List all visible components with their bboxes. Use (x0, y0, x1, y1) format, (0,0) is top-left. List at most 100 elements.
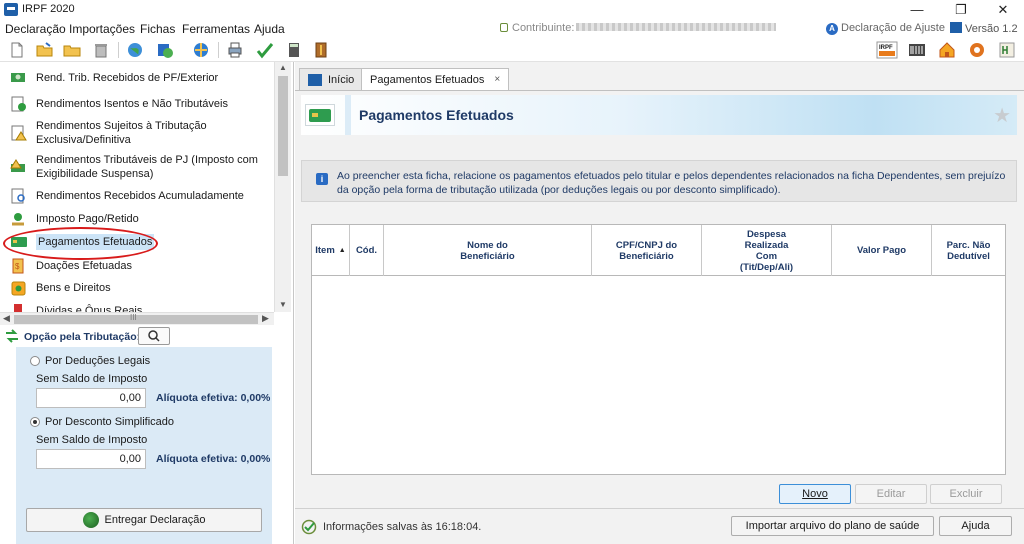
sidebar-item-label: Rend. Trib. Recebidos de PF/Exterior (36, 72, 219, 84)
globe-icon[interactable] (126, 41, 144, 59)
irpf-logo-icon[interactable]: IRPF (876, 41, 898, 59)
column-header-parc-nao-dedutivel[interactable]: Parc. Não Dedutível (932, 225, 1005, 276)
sidebar-item-rend-isentos[interactable]: Rendimentos Isentos e Não Tributáveis (10, 96, 270, 112)
open-folder-icon[interactable] (36, 41, 54, 59)
page-banner: Pagamentos Efetuados ★ (301, 95, 1017, 135)
tab-pagamentos-efetuados[interactable]: Pagamentos Efetuados × (361, 68, 510, 90)
info-message: i Ao preencher esta ficha, relacione os … (301, 160, 1017, 202)
menu-importacoes[interactable]: Importações (69, 22, 135, 36)
calculator-icon[interactable] (285, 41, 303, 59)
importar-plano-saude-button[interactable]: Importar arquivo do plano de saúde (731, 516, 934, 536)
column-header-cpf-cnpj[interactable]: CPF/CNPJ do Beneficiário (592, 225, 702, 276)
book-globe-icon[interactable] (156, 41, 174, 59)
restore-button[interactable]: ❐ (940, 0, 982, 20)
scroll-right-icon[interactable]: ▶ (262, 313, 269, 324)
table-header: Item ▲ Cód. Nome do Beneficiário CPF/CNPJ … (312, 225, 1005, 276)
status-text: Informações salvas às 16:18:04. (323, 521, 482, 533)
toolbar: IRPF (0, 38, 1024, 62)
left-panel: Rend. Trib. Recebidos de PF/Exterior Ren… (0, 62, 294, 544)
scroll-up-icon[interactable]: ▲ (279, 63, 287, 72)
trash-icon[interactable] (92, 41, 110, 59)
contribuinte-field: Contribuinte: (500, 22, 777, 34)
scroll-left-icon[interactable]: ◀ (3, 313, 10, 324)
scroll-down-icon[interactable]: ▼ (279, 300, 287, 309)
radio-button[interactable] (30, 356, 40, 366)
radio-deducoes-legais[interactable]: Por Deduções Legais (30, 355, 150, 367)
money-bag-icon (11, 281, 26, 296)
title-bar: IRPF 2020 — ❐ ✕ (0, 0, 1024, 20)
saldo-simplificado-label: Sem Saldo de Imposto (36, 434, 148, 446)
scrollbar-thumb[interactable] (278, 76, 288, 176)
saved-check-icon (301, 519, 317, 535)
radio-desconto-simplificado[interactable]: Por Desconto Simplificado (30, 416, 174, 428)
column-header-despesa[interactable]: Despesa Realizada Com (Tit/Dep/Ali) (702, 225, 832, 276)
coin-hand-icon (12, 213, 24, 226)
redacted-name (576, 23, 777, 31)
sidebar-item-rend-exclusiva[interactable]: Rendimentos Sujeitos à Tributação Exclus… (10, 119, 270, 147)
money-person-icon (11, 73, 25, 82)
tree-vertical-scrollbar[interactable]: ▲ ▼ (274, 62, 291, 312)
search-icon (148, 330, 160, 342)
highlight-annotation (3, 227, 158, 260)
tree-horizontal-scrollbar[interactable]: ◀ III ▶ (0, 312, 274, 325)
column-header-item[interactable]: Item ▲ (312, 225, 350, 276)
favorite-star-icon[interactable]: ★ (993, 103, 1011, 128)
editar-button[interactable]: Editar (855, 484, 927, 504)
sidebar-item-rend-pj-suspensa[interactable]: Rendimentos Tributáveis de PJ (Imposto c… (10, 153, 270, 181)
column-header-nome-beneficiario[interactable]: Nome do Beneficiário (384, 225, 592, 276)
versao-label: Versão 1.2 (950, 22, 1018, 35)
document-check-icon (11, 96, 26, 112)
menu-ferramentas[interactable]: Ferramentas (182, 22, 250, 36)
sidebar-item-doacoes[interactable]: $ Doações Efetuadas (10, 258, 270, 274)
sidebar-item-rend-trib-pf[interactable]: Rend. Trib. Recebidos de PF/Exterior (10, 70, 270, 86)
entregar-area: Entregar Declaração (16, 490, 272, 544)
menu-fichas[interactable]: Fichas (140, 22, 175, 36)
column-header-cod[interactable]: Cód. (350, 225, 384, 276)
hm-icon[interactable] (998, 41, 1016, 59)
page-title: Pagamentos Efetuados (359, 107, 514, 123)
gear-icon[interactable] (968, 41, 986, 59)
lock-icon (500, 23, 508, 32)
warning-document-icon (11, 125, 27, 141)
radio-button[interactable] (30, 417, 40, 427)
network-globe-icon[interactable] (192, 41, 210, 59)
sort-ascending-icon: ▲ (338, 247, 346, 254)
barcode-icon[interactable] (908, 41, 926, 59)
ajuda-button[interactable]: Ajuda (939, 516, 1012, 536)
home-tab-icon (308, 73, 322, 86)
donation-icon: $ (12, 258, 24, 274)
menu-ajuda[interactable]: Ajuda (254, 22, 285, 36)
sidebar-item-label: Rendimentos Tributáveis de PJ (Imposto c… (36, 154, 258, 180)
minimize-button[interactable]: — (896, 0, 938, 20)
aliquota-simplificado: Alíquota efetiva: 0,00% (156, 453, 271, 465)
archive-icon[interactable] (312, 41, 330, 59)
folder-icon[interactable] (63, 41, 81, 59)
aliquota-deducoes: Alíquota efetiva: 0,00% (156, 392, 271, 404)
sidebar-item-label: Rendimentos Sujeitos à Tributação Exclus… (36, 120, 207, 146)
opcao-tributacao-panel: Por Deduções Legais Sem Saldo de Imposto… (16, 347, 272, 490)
sidebar-item-dividas[interactable]: Dívidas e Ônus Reais (10, 303, 270, 312)
close-tab-icon[interactable]: × (494, 74, 500, 85)
tab-inicio[interactable]: Início (299, 68, 364, 90)
novo-button[interactable]: Novo (779, 484, 851, 504)
checkmark-icon[interactable] (256, 41, 274, 59)
valor-simplificado-field: 0,00 (36, 449, 146, 469)
printer-icon[interactable] (226, 41, 244, 59)
globe-icon (82, 512, 99, 528)
sidebar-item-bens-direitos[interactable]: Bens e Direitos (10, 280, 270, 296)
menu-declaracao[interactable]: Declaração (5, 22, 66, 36)
sidebar-item-imposto-pago[interactable]: Imposto Pago/Retido (10, 211, 270, 227)
sidebar-item-rend-acumuladamente[interactable]: Rendimentos Recebidos Acumuladamente (10, 188, 270, 204)
document-magnifier-icon (11, 188, 25, 204)
search-button[interactable] (138, 327, 170, 345)
excluir-button[interactable]: Excluir (930, 484, 1002, 504)
close-window-button[interactable]: ✕ (982, 0, 1024, 20)
home-icon[interactable] (938, 41, 956, 59)
column-header-valor-pago[interactable]: Valor Pago (832, 225, 932, 276)
entregar-declaracao-button[interactable]: Entregar Declaração (26, 508, 262, 532)
new-file-icon[interactable] (8, 41, 26, 59)
fichas-tree: Rend. Trib. Recebidos de PF/Exterior Ren… (0, 62, 274, 312)
grip-icon: III (130, 313, 137, 322)
credit-card-icon (305, 104, 335, 126)
pagamentos-table: Item ▲ Cód. Nome do Beneficiário CPF/CNPJ … (311, 224, 1006, 475)
